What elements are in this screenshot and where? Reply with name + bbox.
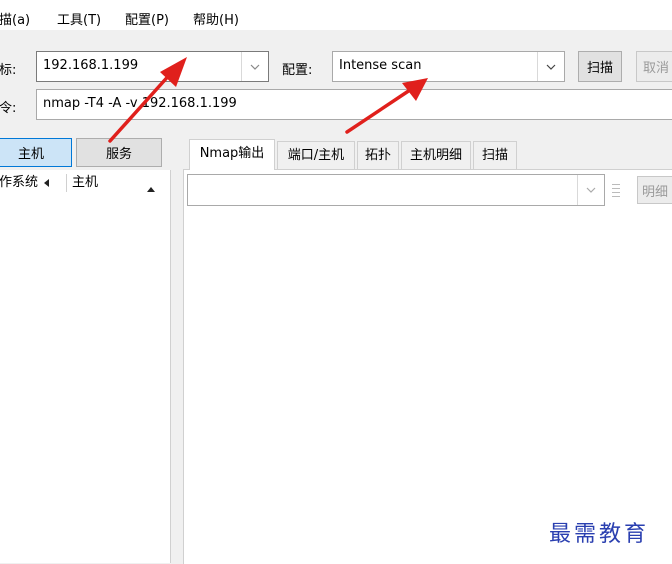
- profile-dropdown-button[interactable]: [537, 52, 564, 81]
- services-view-button[interactable]: 服务: [76, 138, 162, 167]
- menu-bar: 扫描(a) 工具(T) 配置(P) 帮助(H): [0, 0, 672, 30]
- scan-button[interactable]: 扫描: [578, 51, 622, 82]
- chevron-down-icon: [546, 64, 556, 70]
- tab-label: 拓扑: [364, 148, 391, 163]
- host-output-dropdown-button[interactable]: [577, 175, 604, 205]
- tab-scans[interactable]: 扫描: [473, 141, 517, 169]
- column-host-header[interactable]: 主机: [72, 170, 98, 196]
- target-dropdown-button[interactable]: [241, 52, 268, 81]
- details-button-label: 明细: [642, 184, 669, 200]
- profile-label: 配置:: [282, 63, 313, 78]
- caret-left-icon: [44, 179, 50, 187]
- tab-label: 主机明细: [409, 148, 462, 163]
- scan-button-label: 扫描: [586, 61, 613, 76]
- tab-ports-hosts[interactable]: 端口/主机: [277, 141, 355, 169]
- nmap-output-panel: 明细: [183, 169, 672, 564]
- chevron-down-icon: [250, 64, 260, 70]
- menu-profile[interactable]: 配置(P): [125, 9, 169, 28]
- cancel-button[interactable]: 取消: [636, 51, 672, 82]
- grip-icon[interactable]: [612, 182, 620, 198]
- tab-label: 扫描: [481, 148, 508, 163]
- menu-scan[interactable]: 扫描(a): [0, 9, 30, 28]
- cancel-button-label: 取消: [643, 61, 670, 76]
- sort-up-icon[interactable]: [147, 186, 155, 192]
- tab-label: 端口/主机: [287, 148, 345, 163]
- profile-value: Intense scan: [339, 58, 422, 73]
- command-label: 命令:: [0, 101, 17, 116]
- column-os-header[interactable]: 操作系统: [0, 170, 50, 196]
- services-view-label: 服务: [105, 147, 132, 162]
- column-os-label: 操作系统: [0, 175, 39, 190]
- target-input[interactable]: 192.168.1.199: [43, 58, 138, 73]
- menu-help[interactable]: 帮助(H): [193, 9, 239, 28]
- command-input[interactable]: nmap -T4 -A -v 192.168.1.199: [36, 89, 672, 120]
- tab-label: Nmap输出: [199, 146, 265, 161]
- target-label: 目标:: [0, 63, 17, 78]
- command-value: nmap -T4 -A -v 192.168.1.199: [43, 96, 237, 111]
- menu-tools[interactable]: 工具(T): [57, 9, 101, 28]
- hosts-view-label: 主机: [17, 147, 44, 162]
- profile-combobox[interactable]: Intense scan: [332, 51, 565, 82]
- chevron-down-icon: [586, 187, 596, 193]
- details-button[interactable]: 明细: [637, 176, 672, 204]
- hosts-view-button[interactable]: 主机: [0, 138, 72, 167]
- target-combobox[interactable]: 192.168.1.199: [36, 51, 269, 82]
- tab-host-details[interactable]: 主机明细: [401, 141, 471, 169]
- tab-nmap-output[interactable]: Nmap输出: [189, 139, 275, 170]
- column-divider: [66, 174, 67, 192]
- host-output-combobox[interactable]: [187, 174, 605, 206]
- tab-topology[interactable]: 拓扑: [357, 141, 399, 169]
- watermark: 最需教育: [549, 522, 650, 547]
- host-list[interactable]: 操作系统 主机: [0, 170, 171, 563]
- column-host-label: 主机: [72, 175, 99, 190]
